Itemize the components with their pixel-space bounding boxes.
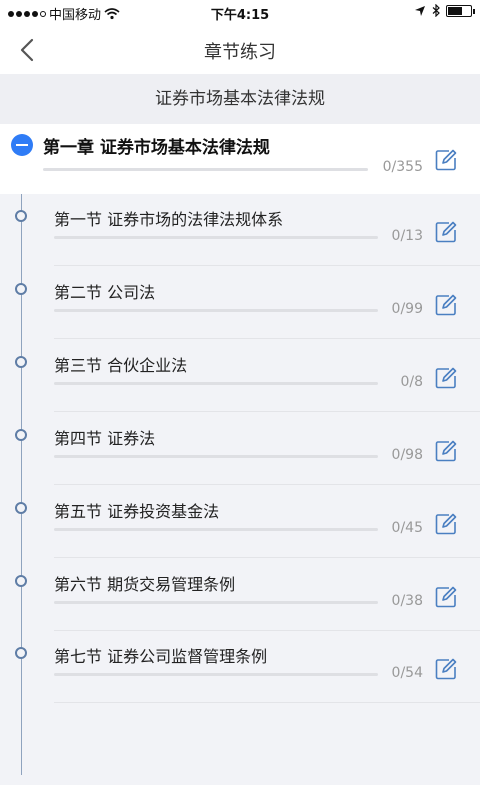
section-progress-bar [54, 382, 378, 385]
section-progress-bar [54, 673, 378, 676]
edit-icon[interactable] [435, 149, 457, 171]
status-time: 下午4:15 [210, 8, 270, 23]
section-title: 第三节 合伙企业法 [54, 356, 188, 375]
timeline-node [15, 502, 27, 514]
bluetooth-icon [432, 4, 440, 17]
section-row[interactable]: 第六节 期货交易管理条例 0/38 [0, 559, 480, 631]
edit-icon[interactable] [435, 221, 457, 243]
section-question-count: 0/13 [391, 228, 423, 244]
row-divider [54, 557, 480, 558]
timeline-node [15, 210, 27, 222]
subject-header: 证券市场基本法律法规 [0, 74, 480, 124]
timeline-node [15, 356, 27, 368]
section-row[interactable]: 第一节 证券市场的法律法规体系 0/13 [0, 194, 480, 266]
timeline-node [15, 575, 27, 587]
section-title: 第七节 证券公司监督管理条例 [54, 647, 268, 666]
section-row[interactable]: 第三节 合伙企业法 0/8 [0, 340, 480, 412]
section-title: 第五节 证券投资基金法 [54, 502, 220, 521]
timeline-node [15, 429, 27, 441]
section-progress-bar [54, 528, 378, 531]
edit-icon[interactable] [435, 658, 457, 680]
section-title: 第四节 证券法 [54, 429, 156, 448]
section-row[interactable]: 第五节 证券投资基金法 0/45 [0, 486, 480, 558]
section-progress-bar [54, 236, 378, 239]
page-title: 章节练习 [204, 42, 276, 63]
row-divider [54, 265, 480, 266]
section-progress-bar [54, 601, 378, 604]
section-progress-bar [54, 455, 378, 458]
edit-icon[interactable] [435, 586, 457, 608]
row-divider [54, 484, 480, 485]
section-progress-bar [54, 309, 378, 312]
edit-icon[interactable] [435, 294, 457, 316]
section-title: 第六节 期货交易管理条例 [54, 575, 236, 594]
battery-icon [446, 4, 475, 17]
row-divider [54, 702, 480, 703]
section-question-count: 0/38 [391, 593, 423, 609]
navigation-bar: 章节练习 [0, 26, 480, 74]
minus-circle-icon[interactable] [11, 134, 33, 156]
status-right [414, 4, 475, 17]
chapter-row[interactable]: 第一章 证券市场基本法律法规 0/355 [0, 124, 480, 194]
location-icon [415, 5, 425, 16]
section-title: 第二节 公司法 [54, 283, 156, 302]
section-row[interactable]: 第二节 公司法 0/99 [0, 267, 480, 339]
edit-icon[interactable] [435, 440, 457, 462]
section-question-count: 0/54 [391, 665, 423, 681]
section-question-count: 0/98 [391, 447, 423, 463]
section-question-count: 0/8 [400, 374, 423, 390]
chapter-question-count: 0/355 [382, 159, 423, 175]
timeline-node [15, 283, 27, 295]
status-bar: 中国移动 下午4:15 [0, 0, 480, 26]
chapter-title: 第一章 证券市场基本法律法规 [43, 138, 270, 158]
section-title: 第一节 证券市场的法律法规体系 [54, 210, 284, 229]
timeline-node [15, 647, 27, 659]
edit-icon[interactable] [435, 367, 457, 389]
section-question-count: 0/99 [391, 301, 423, 317]
edit-icon[interactable] [435, 513, 457, 535]
section-row[interactable]: 第四节 证券法 0/98 [0, 413, 480, 485]
section-row[interactable]: 第七节 证券公司监督管理条例 0/54 [0, 631, 480, 703]
section-question-count: 0/45 [391, 520, 423, 536]
row-divider [54, 338, 480, 339]
row-divider [54, 411, 480, 412]
chapter-progress-bar [43, 168, 368, 171]
